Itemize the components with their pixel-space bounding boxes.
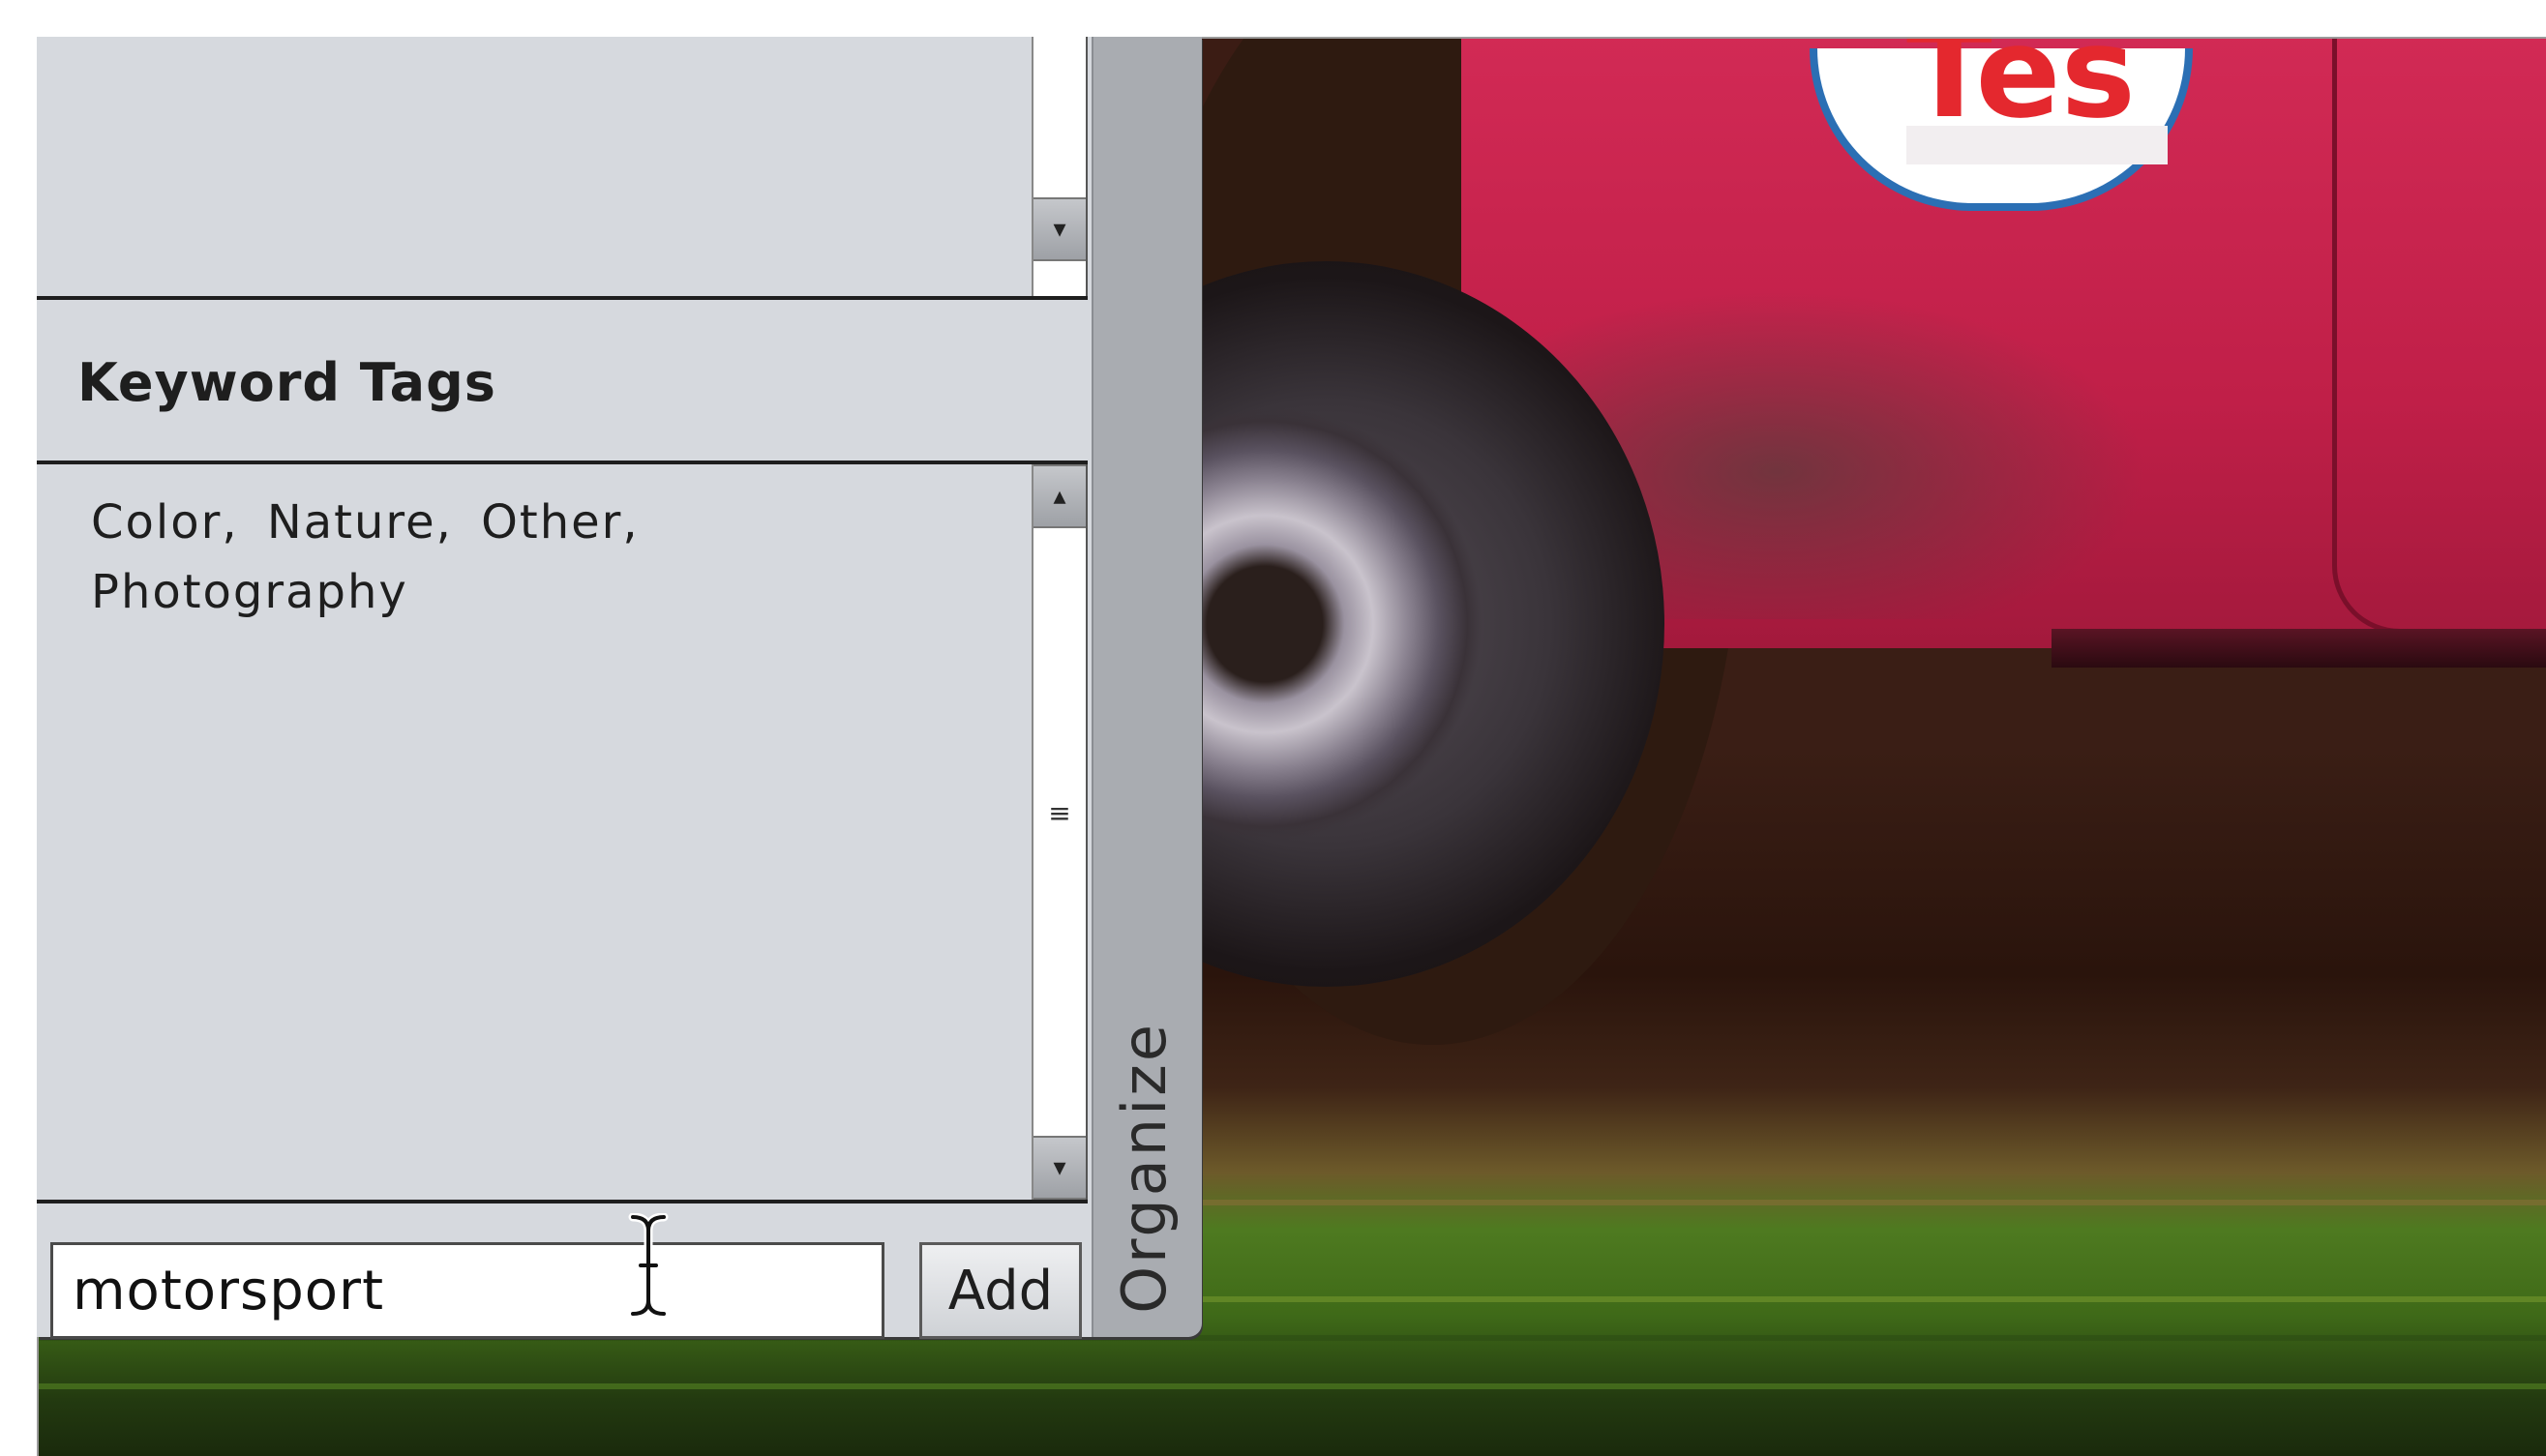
keyword-input[interactable] <box>50 1242 884 1339</box>
add-button[interactable]: Add <box>919 1242 1082 1339</box>
tags-scrollbar[interactable]: ▴ ≡ ▾ <box>1032 464 1088 1200</box>
scroll-down-button[interactable]: ▾ <box>1033 197 1086 261</box>
upper-scrollbar[interactable]: ▾ <box>1032 37 1088 296</box>
text-cursor-icon <box>628 1213 669 1318</box>
keyword-tags-header: Keyword Tags <box>37 300 1088 464</box>
upper-list-pane[interactable]: ▾ <box>37 37 1088 300</box>
scroll-up-arrow-icon: ▴ <box>1053 482 1066 511</box>
keyword-tags-list[interactable]: Color, Nature, Other, Photography ▴ ≡ ▾ <box>37 464 1088 1203</box>
organize-tab-label: Organize <box>1109 1022 1180 1314</box>
sponsor-sticker-text: Tes <box>1906 37 2136 146</box>
section-title: Keyword Tags <box>77 352 496 413</box>
scroll-down-arrow-icon: ▾ <box>1053 1153 1066 1182</box>
scroll-up-button[interactable]: ▴ <box>1033 464 1086 528</box>
scroll-grip-icon[interactable]: ≡ <box>1033 784 1086 842</box>
organize-tab[interactable]: Organize <box>1092 37 1202 1337</box>
car-door <box>2332 39 2546 634</box>
organize-panel: ▾ Keyword Tags Color, Nature, Other, Pho… <box>37 37 1202 1339</box>
keyword-tags-text: Color, Nature, Other, Photography <box>91 495 640 619</box>
scroll-down-button[interactable]: ▾ <box>1033 1136 1086 1200</box>
add-keyword-row: Add <box>37 1203 1088 1339</box>
scroll-down-arrow-icon: ▾ <box>1053 215 1066 244</box>
